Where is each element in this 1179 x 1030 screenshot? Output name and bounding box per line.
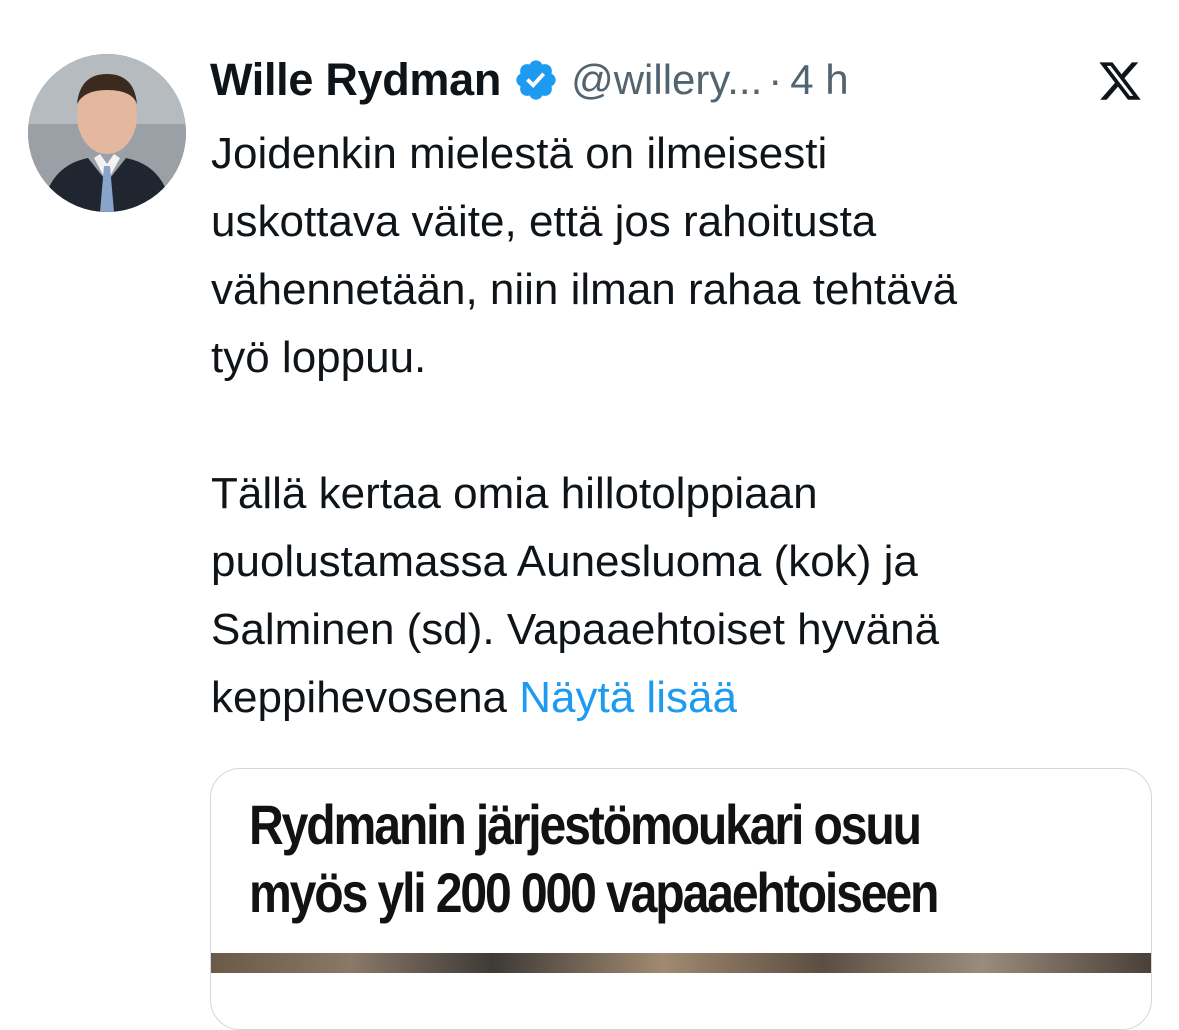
link-preview-card[interactable]: Rydmanin järjestömoukari osuu myös yli 2… xyxy=(210,768,1152,1030)
tweet-line: uskottava väite, että jos rahoitusta xyxy=(211,197,877,246)
card-headline-line: Rydmanin järjestömoukari osuu xyxy=(249,793,922,856)
verified-badge-icon[interactable] xyxy=(513,57,559,103)
tweet-line: Joidenkin mielestä on ilmeisesti xyxy=(211,129,828,178)
avatar-photo xyxy=(28,54,186,212)
tweet-line: Salminen (sd). Vapaaehtoiset hyvänä xyxy=(211,605,940,654)
tweet-line: työ loppuu. xyxy=(211,333,427,382)
author-avatar[interactable] xyxy=(28,54,186,212)
tweet-paragraph-1: Joidenkin mielestä on ilmeisesti uskotta… xyxy=(211,120,1171,392)
tweet-line: puolustamassa Aunesluoma (kok) ja xyxy=(211,537,918,586)
author-handle[interactable]: @willery... xyxy=(571,56,762,104)
tweet-timestamp[interactable]: 4 h xyxy=(790,56,848,104)
card-headline-line: myös yli 200 000 vapaaehtoiseen xyxy=(249,861,939,924)
show-more-link[interactable]: Näytä lisää xyxy=(519,673,737,722)
tweet-header: Wille Rydman @willery... · 4 h xyxy=(210,52,849,108)
separator-dot: · xyxy=(768,56,783,103)
tweet-line: keppihevosena xyxy=(211,673,508,722)
x-logo-icon[interactable] xyxy=(1095,58,1145,104)
card-image xyxy=(211,953,1151,973)
tweet-paragraph-2: Tällä kertaa omia hillotolppiaan puolust… xyxy=(211,460,1171,732)
tweet-text: Joidenkin mielestä on ilmeisesti uskotta… xyxy=(211,120,1171,732)
author-name[interactable]: Wille Rydman xyxy=(210,54,501,106)
card-headline: Rydmanin järjestömoukari osuu myös yli 2… xyxy=(249,791,1006,927)
tweet-line: Tällä kertaa omia hillotolppiaan xyxy=(211,469,818,518)
tweet-line: vähennetään, niin ilman rahaa tehtävä xyxy=(211,265,958,314)
